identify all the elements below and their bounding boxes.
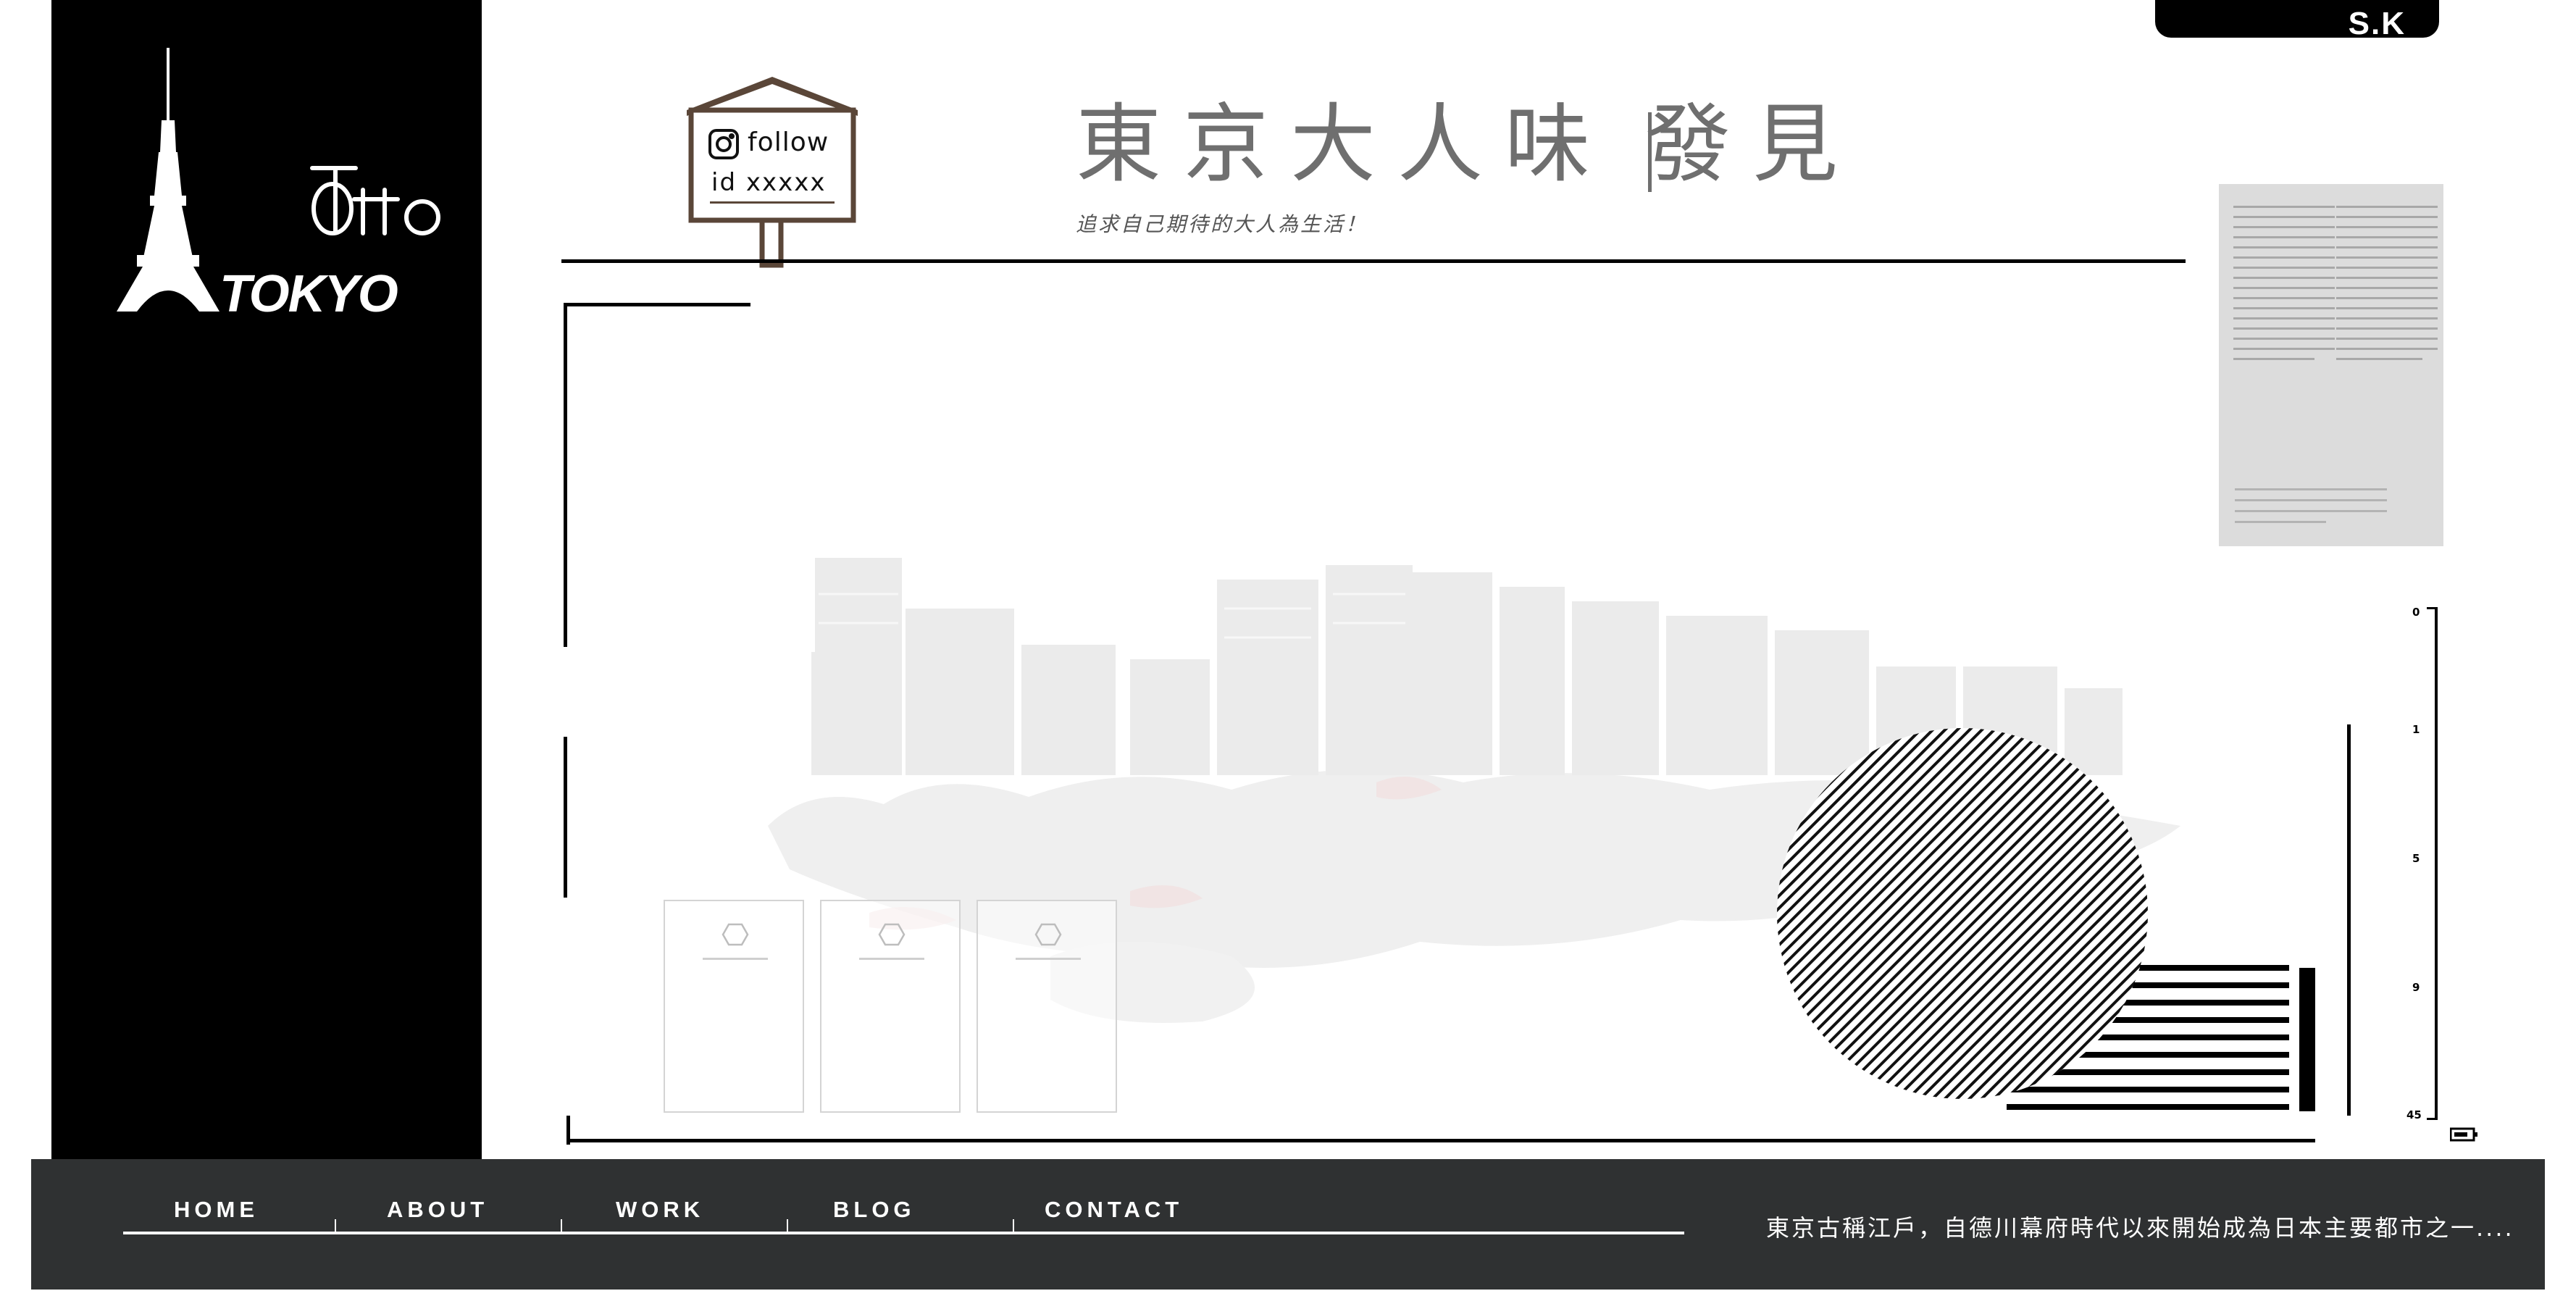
page-subtitle: 追求自己期待的大人為生活！	[1076, 212, 1368, 236]
nav-separator	[1013, 1219, 1014, 1234]
nav-work[interactable]: WORK	[616, 1197, 704, 1223]
scale-tick-5: 5	[2412, 852, 2420, 865]
nav-separator	[787, 1219, 788, 1234]
instagram-id: id xxxxx	[711, 168, 827, 197]
battery-icon	[2450, 1127, 2477, 1142]
otto-script	[310, 166, 440, 235]
frame-left-upper	[564, 303, 567, 647]
tokyo-tower-icon	[117, 48, 219, 312]
card-1[interactable]	[664, 900, 804, 1113]
card-rule	[1016, 958, 1081, 960]
page-title-main: 東京大人味	[1076, 94, 1613, 194]
card-2[interactable]	[820, 900, 961, 1113]
header-rule	[561, 259, 2186, 263]
frame-bottom	[566, 1139, 2315, 1142]
nav-separator	[561, 1219, 562, 1234]
frame-right	[2347, 724, 2351, 1116]
frame-top-left	[564, 303, 750, 306]
article-column-right	[2336, 206, 2438, 368]
card-rule	[859, 958, 924, 960]
hexagon-icon	[878, 923, 906, 946]
article-footnote	[2235, 488, 2387, 532]
footer-intro-text: 東京古稱江戶，自德川幕府時代以來開始成為日本主要都市之一....	[1766, 1214, 2514, 1242]
corner-tab[interactable]: S.K	[2155, 0, 2439, 41]
corner-tab-label: S.K	[2348, 6, 2406, 41]
scale-tick-45: 45	[2406, 1108, 2422, 1121]
tokyo-wordmark: TOKYO	[219, 265, 398, 323]
scale-tick-1: 1	[2412, 723, 2420, 736]
tokyo-logo[interactable]: TOKYO	[51, 0, 482, 333]
scale-tick-9: 9	[2412, 981, 2420, 994]
card-rule	[703, 958, 768, 960]
page-title: 東京大人味 發見	[1076, 101, 1860, 187]
hexagon-icon	[1034, 923, 1062, 946]
striped-circle	[1777, 728, 2148, 1099]
nav-about[interactable]: ABOUT	[387, 1197, 488, 1223]
hexagon-icon	[722, 923, 749, 946]
scale-tick-0: 0	[2412, 606, 2420, 619]
card-3[interactable]	[977, 900, 1117, 1113]
nav-blog[interactable]: BLOG	[833, 1197, 916, 1223]
frame-left-lower	[564, 737, 567, 898]
nav-separator	[335, 1219, 336, 1234]
article-column-left	[2233, 206, 2335, 368]
sidebar: TOKYO	[51, 0, 482, 1159]
follow-label: follow	[748, 128, 829, 157]
title-divider	[1648, 112, 1652, 192]
nav-underline	[123, 1232, 1684, 1234]
nav-contact[interactable]: CONTACT	[1045, 1197, 1183, 1223]
vertical-bar	[2299, 968, 2315, 1111]
nav-home[interactable]: HOME	[174, 1197, 259, 1223]
page-title-secondary: 發見	[1645, 94, 1860, 194]
article-block	[2219, 184, 2443, 546]
